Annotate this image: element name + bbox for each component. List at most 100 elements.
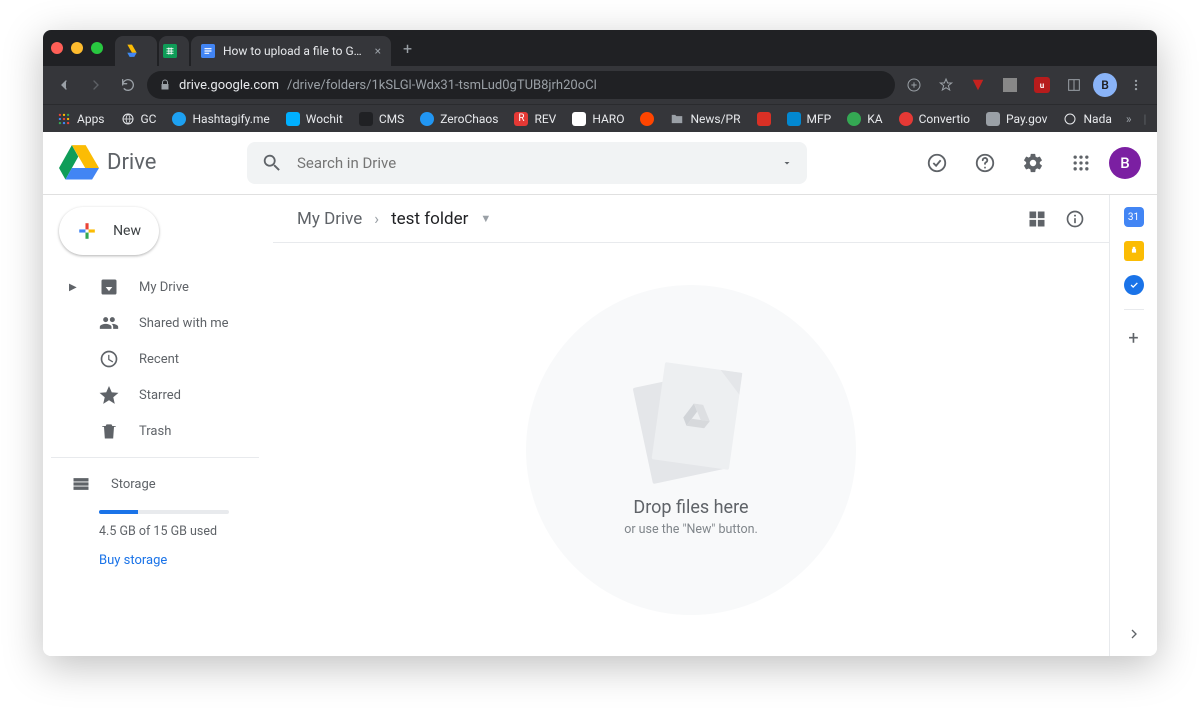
help-icon[interactable]	[965, 143, 1005, 183]
bookmark-cms[interactable]: CMS	[353, 110, 410, 128]
tab-title: How to upload a file to Google D…	[223, 44, 367, 58]
bookmark-nada[interactable]: Nada	[1057, 110, 1117, 128]
side-panel: 31 +	[1109, 195, 1157, 656]
sidebar-item-recent[interactable]: Recent	[51, 341, 273, 377]
minimize-window-icon[interactable]	[71, 42, 83, 54]
sidebar-item-label: Trash	[139, 424, 171, 439]
sidebar-item-label: My Drive	[139, 280, 189, 295]
sidebar-item-mydrive[interactable]: ▶ My Drive	[51, 269, 273, 305]
url-path: /drive/folders/1kSLGl-Wdx31-tsmLud0gTUB8…	[287, 78, 597, 93]
keep-addon-icon[interactable]	[1124, 241, 1144, 261]
close-window-icon[interactable]	[51, 42, 63, 54]
search-bar[interactable]	[247, 142, 807, 184]
empty-subtitle: or use the "New" button.	[624, 522, 758, 537]
forward-button[interactable]	[83, 72, 109, 98]
address-bar[interactable]: drive.google.com/drive/folders/1kSLGl-Wd…	[147, 71, 895, 99]
drive-app: Drive B New	[43, 132, 1157, 656]
breadcrumb-current[interactable]: test folder	[385, 205, 474, 233]
sidebar-item-label: Shared with me	[139, 316, 229, 331]
mydrive-icon	[99, 277, 119, 297]
browser-tabstrip: How to upload a file to Google D… × +	[43, 30, 1157, 66]
storage-icon	[71, 474, 91, 494]
empty-title: Drop files here	[633, 497, 748, 518]
extension-icon-2[interactable]	[997, 72, 1023, 98]
back-button[interactable]	[51, 72, 77, 98]
bookmark-zerochaos[interactable]: ZeroChaos	[414, 110, 504, 128]
bookmark-reddit[interactable]	[634, 110, 660, 128]
apps-launcher-icon[interactable]	[1061, 143, 1101, 183]
extension-icon-1[interactable]	[965, 72, 991, 98]
bookmark-star-icon[interactable]	[933, 72, 959, 98]
extension-ublock-icon[interactable]: u	[1029, 72, 1055, 98]
bookmark-rev[interactable]: RREV	[508, 110, 562, 128]
window-controls[interactable]	[51, 42, 103, 54]
star-icon	[99, 385, 119, 405]
folder-icon	[1156, 112, 1157, 126]
profile-avatar[interactable]: B	[1093, 73, 1117, 97]
browser-menu-icon[interactable]	[1123, 72, 1149, 98]
install-app-icon[interactable]	[901, 72, 927, 98]
url-host: drive.google.com	[179, 78, 279, 93]
other-bookmarks[interactable]: Other Bookmarks	[1150, 110, 1157, 128]
drive-logo-icon	[59, 143, 99, 183]
bookmark-paygov[interactable]: Pay.gov	[980, 110, 1053, 128]
storage-meter-fill	[99, 510, 138, 514]
browser-tab-drive[interactable]	[115, 36, 157, 66]
recent-icon	[99, 349, 119, 369]
bookmark-ka[interactable]: KA	[841, 110, 888, 128]
bookmark-apps[interactable]: Apps	[51, 110, 111, 128]
collapse-panel-icon[interactable]	[1126, 626, 1142, 642]
new-button[interactable]: New	[59, 207, 159, 255]
details-info-icon[interactable]	[1059, 203, 1091, 235]
new-tab-button[interactable]: +	[403, 39, 412, 58]
search-options-icon[interactable]	[781, 157, 793, 169]
breadcrumb: My Drive › test folder ▼	[273, 195, 1109, 243]
view-grid-icon[interactable]	[1021, 203, 1053, 235]
sidebar-item-label: Storage	[111, 477, 156, 492]
search-icon	[261, 152, 283, 174]
bookmark-haro[interactable]: HARO	[566, 110, 630, 128]
bookmark-hashtagify[interactable]: Hashtagify.me	[166, 110, 275, 128]
search-input[interactable]	[297, 154, 767, 172]
tasks-addon-icon[interactable]	[1124, 275, 1144, 295]
bookmark-mfp[interactable]: MFP	[781, 110, 838, 128]
product-name: Drive	[107, 150, 156, 175]
folder-icon	[670, 112, 684, 126]
browser-tab-docs[interactable]: How to upload a file to Google D… ×	[191, 36, 391, 66]
bookmark-gmail[interactable]	[751, 110, 777, 128]
sidebar-item-storage[interactable]: Storage	[51, 466, 273, 502]
bookmark-newspr[interactable]: News/PR	[664, 110, 746, 128]
bookmark-gc[interactable]: GC	[115, 110, 163, 128]
settings-gear-icon[interactable]	[1013, 143, 1053, 183]
reload-button[interactable]	[115, 72, 141, 98]
add-addon-icon[interactable]: +	[1128, 328, 1138, 349]
sidebar-item-trash[interactable]: Trash	[51, 413, 273, 449]
drive-favicon-icon	[125, 44, 139, 58]
trash-icon	[99, 421, 119, 441]
new-button-label: New	[113, 223, 141, 239]
docs-favicon-icon	[201, 44, 215, 58]
reader-mode-icon[interactable]	[1061, 72, 1087, 98]
account-avatar[interactable]: B	[1109, 147, 1141, 179]
sidebar-item-starred[interactable]: Starred	[51, 377, 273, 413]
bookmark-wochit[interactable]: Wochit	[280, 110, 349, 128]
buy-storage-link[interactable]: Buy storage	[99, 553, 273, 568]
calendar-addon-icon[interactable]: 31	[1124, 207, 1144, 227]
close-tab-icon[interactable]: ×	[375, 44, 381, 58]
bookmarks-overflow-icon[interactable]: »	[1126, 112, 1132, 126]
storage-usage-text: 4.5 GB of 15 GB used	[99, 524, 273, 539]
shared-icon	[99, 313, 119, 333]
expand-caret-icon[interactable]: ▶	[69, 282, 79, 293]
offline-ready-icon[interactable]	[917, 143, 957, 183]
browser-tab-sheets[interactable]	[159, 36, 189, 66]
plus-icon	[73, 216, 101, 246]
drive-logo[interactable]: Drive	[59, 143, 239, 183]
empty-state[interactable]: Drop files here or use the "New" button.	[273, 243, 1109, 656]
bookmark-convertio[interactable]: Convertio	[893, 110, 976, 128]
maximize-window-icon[interactable]	[91, 42, 103, 54]
breadcrumb-root[interactable]: My Drive	[291, 205, 368, 233]
dropdown-caret-icon[interactable]: ▼	[480, 212, 491, 225]
empty-illustration-icon	[636, 363, 746, 483]
lock-icon	[159, 79, 171, 91]
sidebar-item-shared[interactable]: Shared with me	[51, 305, 273, 341]
